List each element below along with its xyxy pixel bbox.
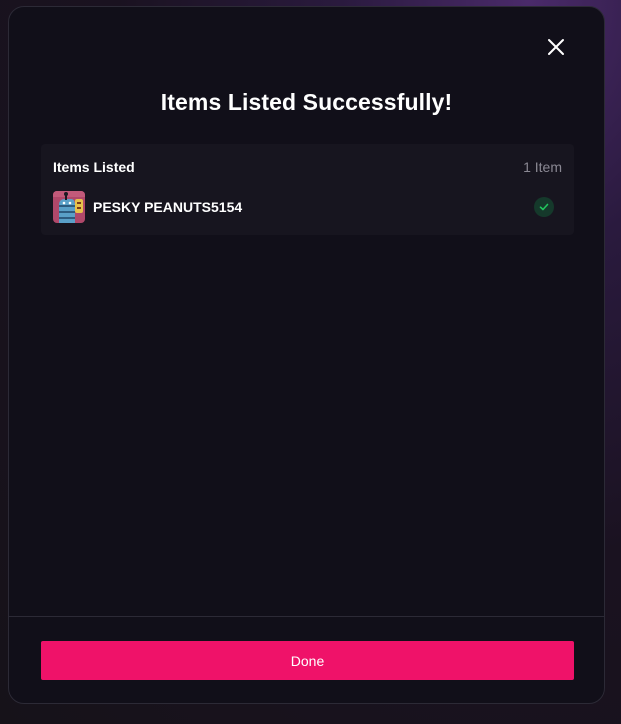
success-modal: Items Listed Successfully! Items Listed … — [8, 6, 605, 704]
close-icon — [548, 39, 564, 55]
modal-title: Items Listed Successfully! — [160, 89, 453, 115]
status-badge — [534, 197, 554, 217]
item-count: 1 Item — [523, 159, 562, 175]
panel-header: Items Listed 1 Item — [53, 158, 562, 176]
done-button[interactable]: Done — [41, 641, 574, 680]
item-name: PESKY PEANUTS5154 — [93, 199, 243, 215]
items-listed-panel: Items Listed 1 Item PESKY PEANUTS5154 — [41, 144, 574, 235]
list-item: PESKY PEANUTS5154 — [53, 191, 562, 223]
nft-thumbnail — [53, 191, 85, 223]
footer-divider — [9, 616, 604, 617]
check-icon — [539, 203, 549, 211]
panel-title: Items Listed — [53, 159, 135, 175]
close-button[interactable] — [546, 37, 566, 57]
